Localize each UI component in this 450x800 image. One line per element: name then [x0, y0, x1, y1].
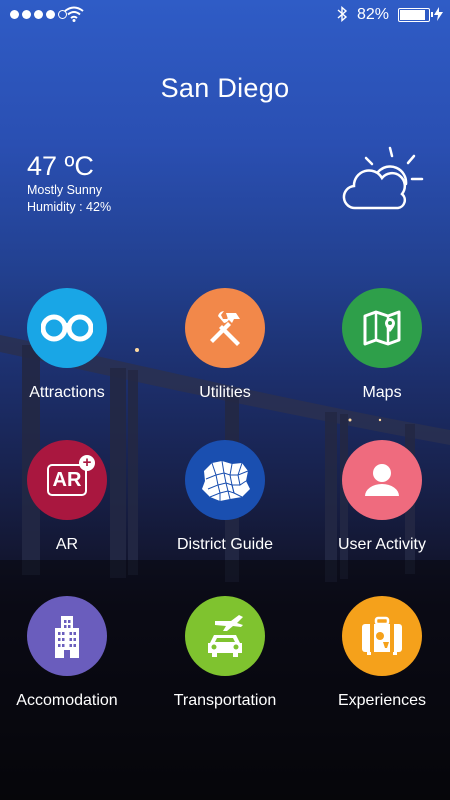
battery-percent: 82% [357, 6, 390, 23]
ar-circle: AR + [27, 440, 107, 520]
tile-attractions[interactable]: Attractions [0, 288, 142, 402]
tile-label-ar: AR [55, 536, 79, 553]
bluetooth-icon [337, 6, 348, 22]
luggage-icon [362, 616, 402, 655]
utilities-circle [185, 288, 265, 368]
battery-icon [398, 8, 433, 22]
tile-label-district-guide: District Guide [176, 536, 274, 553]
experiences-circle [342, 596, 422, 676]
tile-district-guide[interactable]: District Guide [150, 440, 300, 554]
tile-label-maps: Maps [362, 384, 402, 401]
partly-sunny-icon [342, 146, 424, 210]
tile-label-transportation: Transportation [173, 692, 277, 709]
humidity: Humidity : 42% [27, 200, 112, 214]
user-icon [365, 464, 399, 496]
binoculars-icon [41, 314, 93, 342]
weather-info: 47 ºC Mostly Sunny Humidity : 42% [27, 150, 111, 216]
tile-experiences[interactable]: Experiences [307, 596, 450, 710]
charging-icon [434, 7, 443, 21]
status-bar: 82% [0, 0, 450, 30]
signal-icon [10, 10, 67, 19]
tile-label-utilities: Utilities [199, 384, 251, 401]
ar-icon-text: AR [52, 468, 82, 491]
tile-label-experiences: Experiences [337, 692, 427, 709]
attractions-circle [27, 288, 107, 368]
tile-utilities[interactable]: Utilities [150, 288, 300, 402]
tile-ar[interactable]: AR + AR [0, 440, 142, 554]
building-icon [55, 616, 79, 658]
plus-icon: + [79, 455, 95, 471]
accomodation-circle [27, 596, 107, 676]
tile-maps[interactable]: Maps [307, 288, 450, 402]
tile-label-attractions: Attractions [29, 384, 105, 401]
tile-user-activity[interactable]: User Activity [307, 440, 450, 554]
tile-label-accomodation: Accomodation [16, 692, 118, 709]
district-guide-circle [185, 440, 265, 520]
tile-accomodation[interactable]: Accomodation [0, 596, 142, 710]
tile-transportation[interactable]: Transportation [150, 596, 300, 710]
map-icon [363, 310, 401, 346]
wifi-icon [64, 6, 84, 22]
weather-condition: Mostly Sunny [27, 183, 103, 197]
maps-circle [342, 288, 422, 368]
transport-icon [208, 615, 243, 657]
user-activity-circle [342, 440, 422, 520]
city-title: San Diego [160, 73, 290, 103]
ar-icon: AR + [47, 455, 95, 496]
district-map-icon [202, 460, 250, 501]
temperature: 47 ºC [27, 151, 94, 181]
transportation-circle [185, 596, 265, 676]
tools-icon [210, 311, 240, 346]
tile-label-user-activity: User Activity [337, 536, 426, 553]
